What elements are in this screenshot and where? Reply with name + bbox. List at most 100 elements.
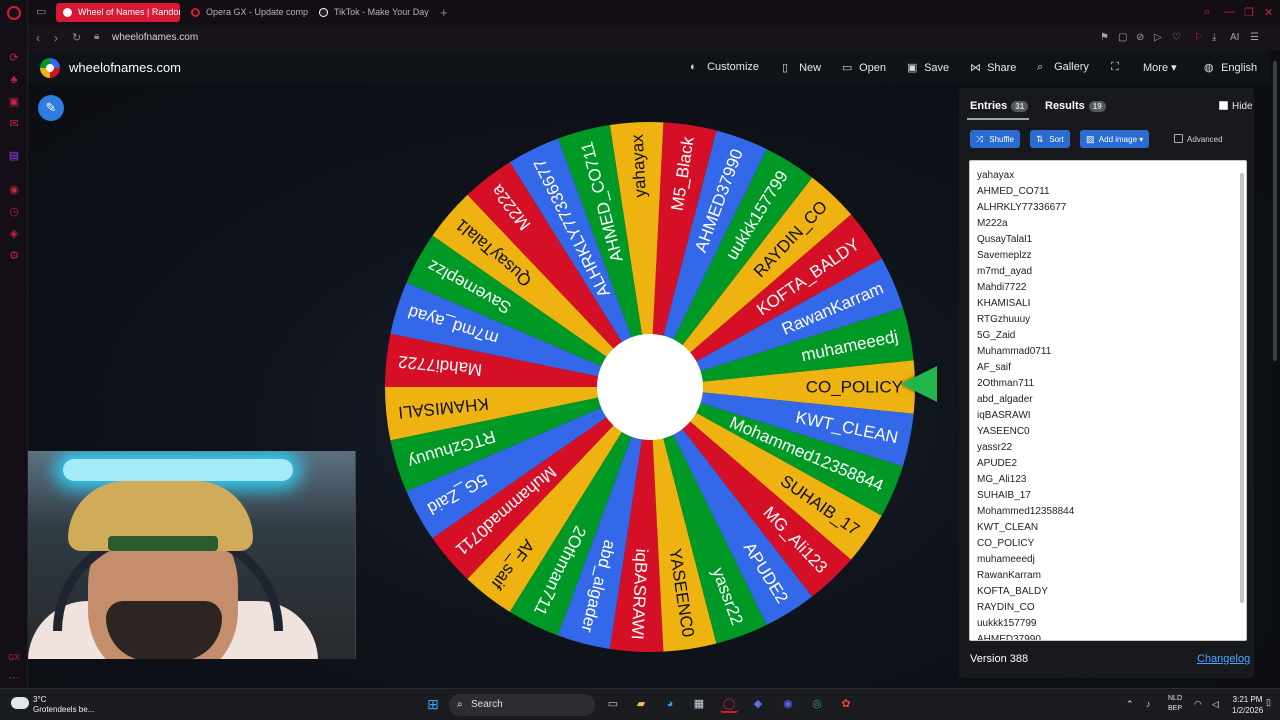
- hide-checkbox[interactable]: Hide: [1219, 101, 1253, 112]
- more-icon[interactable]: ⋯: [8, 672, 20, 684]
- add-image-button[interactable]: ▨ Add image ▾: [1080, 130, 1150, 148]
- site-brand[interactable]: wheelofnames.com: [69, 60, 181, 75]
- pinboard-icon[interactable]: ◈: [8, 228, 20, 240]
- save-button[interactable]: ▣ Save: [907, 61, 949, 74]
- forward-icon[interactable]: ›: [54, 31, 58, 45]
- url-field[interactable]: wheelofnames.com: [112, 32, 198, 43]
- edge-icon[interactable]: ◕: [661, 695, 679, 713]
- entry-item[interactable]: YASEENC0: [970, 424, 1246, 440]
- tab-results[interactable]: Results 19: [1045, 100, 1106, 112]
- search-tabs-icon[interactable]: ⌕: [1204, 6, 1210, 19]
- entry-item[interactable]: ALHRKLY77336677: [970, 200, 1246, 216]
- entry-item[interactable]: 2Othman711: [970, 376, 1246, 392]
- open-button[interactable]: ▭ Open: [842, 61, 886, 74]
- entry-item[interactable]: muhameeedj: [970, 552, 1246, 568]
- system-clock[interactable]: 3:21 PM 1/2/2026: [1232, 694, 1263, 716]
- wheel-logo-icon[interactable]: [40, 58, 60, 78]
- windows-start-icon[interactable]: ⊞: [424, 695, 442, 713]
- entries-scrollbar[interactable]: [1239, 163, 1245, 639]
- tab-opera-gx-update[interactable]: Opera GX - Update comp: [184, 3, 308, 22]
- discord-icon[interactable]: ◉: [779, 695, 797, 713]
- name-wheel[interactable]: CO_POLICYmuhameeedjRawanKarramKOFTA_BALD…: [383, 120, 917, 654]
- fullscreen-button[interactable]: ⛶: [1111, 61, 1125, 74]
- entry-item[interactable]: M222a: [970, 216, 1246, 232]
- player-icon[interactable]: ▷: [1154, 32, 1162, 43]
- extensions-icon[interactable]: ⚐: [1194, 32, 1203, 43]
- new-tab-plus-icon[interactable]: +: [440, 5, 448, 20]
- language-button[interactable]: ◍ English: [1204, 61, 1257, 74]
- heart-icon[interactable]: ♡: [1172, 32, 1181, 43]
- chrome-icon[interactable]: ◎: [808, 695, 826, 713]
- maximize-icon[interactable]: ❐: [1244, 6, 1254, 19]
- entry-item[interactable]: Muhammad0711: [970, 344, 1246, 360]
- entry-item[interactable]: AF_saif: [970, 360, 1246, 376]
- entry-item[interactable]: APUDE2: [970, 456, 1246, 472]
- gallery-button[interactable]: ⌕ Gallery: [1037, 61, 1089, 74]
- entry-item[interactable]: AHMED_CO711: [970, 184, 1246, 200]
- history-icon[interactable]: ◷: [8, 206, 20, 218]
- tray-expand-icon[interactable]: ⌃: [1126, 699, 1134, 710]
- aria-ai-button[interactable]: AI: [1230, 32, 1239, 43]
- opera-logo-icon[interactable]: [7, 6, 21, 20]
- entry-item[interactable]: AHMED37990: [970, 632, 1246, 640]
- entry-item[interactable]: 5G_Zaid: [970, 328, 1246, 344]
- snapshot-icon[interactable]: ▢: [1118, 32, 1127, 43]
- adblock-icon[interactable]: ⊘: [1136, 32, 1144, 43]
- tab-menu-icon[interactable]: ▭: [36, 5, 46, 18]
- microphone-icon[interactable]: ♪: [1146, 699, 1151, 709]
- shuffle-button[interactable]: ⤨ Shuffle: [970, 130, 1020, 148]
- entry-item[interactable]: SUHAIB_17: [970, 488, 1246, 504]
- store-icon[interactable]: ▦: [690, 695, 708, 713]
- entry-item[interactable]: KWT_CLEAN: [970, 520, 1246, 536]
- page-scrollbar[interactable]: [1270, 51, 1280, 688]
- weather-widget[interactable]: 3°C Grotendeels be...: [33, 695, 94, 715]
- page-scrollbar-thumb[interactable]: [1273, 61, 1277, 361]
- entry-item[interactable]: Mohammed12358844: [970, 504, 1246, 520]
- new-button[interactable]: ▯ New: [782, 61, 821, 74]
- volume-icon[interactable]: ◁: [1212, 699, 1219, 710]
- changelog-link[interactable]: Changelog: [1197, 653, 1250, 665]
- entry-item[interactable]: QusayTalal1: [970, 232, 1246, 248]
- advanced-checkbox[interactable]: Advanced: [1174, 134, 1223, 144]
- reload-icon[interactable]: ↻: [72, 31, 81, 44]
- entry-item[interactable]: yassr22: [970, 440, 1246, 456]
- wifi-icon[interactable]: ◠: [1194, 699, 1202, 710]
- opera-gx-taskbar-icon[interactable]: ◯: [720, 695, 738, 713]
- taskbar-search[interactable]: ⌕ Search: [449, 694, 595, 716]
- more-button[interactable]: More ▾: [1143, 61, 1177, 74]
- notification-icon[interactable]: ▯: [1266, 697, 1271, 708]
- entry-item[interactable]: Mahdi7722: [970, 280, 1246, 296]
- entries-textarea[interactable]: yahayax AHMED_CO711 ALHRKLY77336677 M222a Qu…: [969, 160, 1247, 641]
- entry-item[interactable]: KOFTA_BALDY: [970, 584, 1246, 600]
- gx-badge-icon[interactable]: GX: [8, 652, 20, 664]
- entry-item[interactable]: Savemeplzz: [970, 248, 1246, 264]
- player-icon[interactable]: ◉: [8, 184, 20, 196]
- entry-item[interactable]: iqBASRAWI: [970, 408, 1246, 424]
- tab-entries[interactable]: Entries 31: [970, 100, 1029, 112]
- back-icon[interactable]: ‹: [36, 31, 40, 45]
- twitch-icon[interactable]: ▤: [8, 150, 20, 162]
- scrollbar-thumb[interactable]: [1240, 173, 1244, 603]
- weather-cloud-icon[interactable]: [11, 697, 29, 709]
- entry-item[interactable]: yahayax: [970, 168, 1246, 184]
- customize-button[interactable]: ◐ Customize: [690, 61, 759, 73]
- entry-item[interactable]: uukkk157799: [970, 616, 1246, 632]
- easy-setup-icon[interactable]: ☰: [1250, 32, 1259, 43]
- app-icon[interactable]: ✿: [837, 695, 855, 713]
- minimize-icon[interactable]: —: [1224, 6, 1235, 18]
- entry-item[interactable]: RTGzhuuuy: [970, 312, 1246, 328]
- settings-icon[interactable]: ⚙: [8, 250, 20, 262]
- edit-pencil-button[interactable]: ✎: [38, 95, 64, 121]
- entry-item[interactable]: abd_algader: [970, 392, 1246, 408]
- entry-item[interactable]: RAYDIN_CO: [970, 600, 1246, 616]
- close-icon[interactable]: ✕: [1264, 6, 1273, 19]
- sort-button[interactable]: ⇅ Sort: [1030, 130, 1070, 148]
- wheel-center[interactable]: [597, 334, 703, 440]
- tab-tiktok[interactable]: TikTok - Make Your Day: [312, 3, 436, 22]
- task-view-icon[interactable]: ▭: [604, 695, 622, 713]
- download-icon[interactable]: ⤓: [1212, 32, 1216, 43]
- tab-wheel-of-names[interactable]: Wheel of Names | Random: [56, 3, 180, 22]
- mail-icon[interactable]: ✉: [8, 118, 20, 130]
- share-button[interactable]: ⋈ Share: [970, 61, 1016, 74]
- file-explorer-icon[interactable]: ▰: [632, 695, 650, 713]
